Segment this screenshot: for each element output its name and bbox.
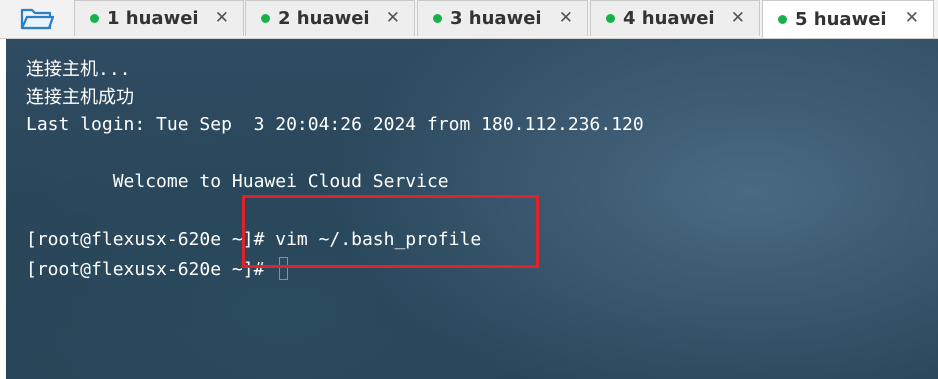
close-tab-icon[interactable]: ✕ bbox=[215, 8, 229, 28]
close-tab-icon[interactable]: ✕ bbox=[905, 8, 919, 28]
tab-session-5[interactable]: 5 huawei ✕ bbox=[762, 0, 934, 38]
connected-status-icon bbox=[606, 14, 615, 23]
tab-label: 2 huawei bbox=[278, 8, 370, 29]
tab-session-2[interactable]: 2 huawei ✕ bbox=[245, 0, 415, 36]
close-tab-icon[interactable]: ✕ bbox=[731, 8, 745, 28]
tab-session-3[interactable]: 3 huawei ✕ bbox=[417, 0, 588, 36]
terminal-pane[interactable]: 连接主机... 连接主机成功 Last login: Tue Sep 3 20:… bbox=[6, 39, 938, 379]
tab-label: 1 huawei bbox=[107, 8, 199, 29]
terminal-line: 连接主机... bbox=[26, 59, 131, 80]
tab-bar: 1 huawei ✕ 2 huawei ✕ 3 huawei ✕ 4 huawe… bbox=[0, 0, 938, 39]
terminal-prompt: [root@flexusx-620e ~]# bbox=[26, 259, 276, 280]
folder-icon bbox=[20, 8, 54, 30]
close-tab-icon[interactable]: ✕ bbox=[386, 8, 400, 28]
connected-status-icon bbox=[261, 14, 270, 23]
connected-status-icon bbox=[778, 15, 787, 24]
terminal-line: 连接主机成功 bbox=[26, 87, 134, 108]
close-tab-icon[interactable]: ✕ bbox=[559, 8, 573, 28]
connected-status-icon bbox=[433, 14, 442, 23]
tab-label: 4 huawei bbox=[623, 8, 715, 29]
terminal-welcome-line: Welcome to Huawei Cloud Service bbox=[26, 171, 449, 192]
tab-session-4[interactable]: 4 huawei ✕ bbox=[590, 0, 760, 36]
terminal-line: Last login: Tue Sep 3 20:04:26 2024 from… bbox=[26, 114, 644, 135]
tab-session-1[interactable]: 1 huawei ✕ bbox=[74, 0, 244, 36]
tab-label: 3 huawei bbox=[450, 8, 542, 29]
tab-label: 5 huawei bbox=[795, 9, 887, 30]
open-folder-button[interactable] bbox=[4, 2, 70, 34]
connected-status-icon bbox=[90, 14, 99, 23]
annotation-highlight-box bbox=[242, 195, 539, 268]
